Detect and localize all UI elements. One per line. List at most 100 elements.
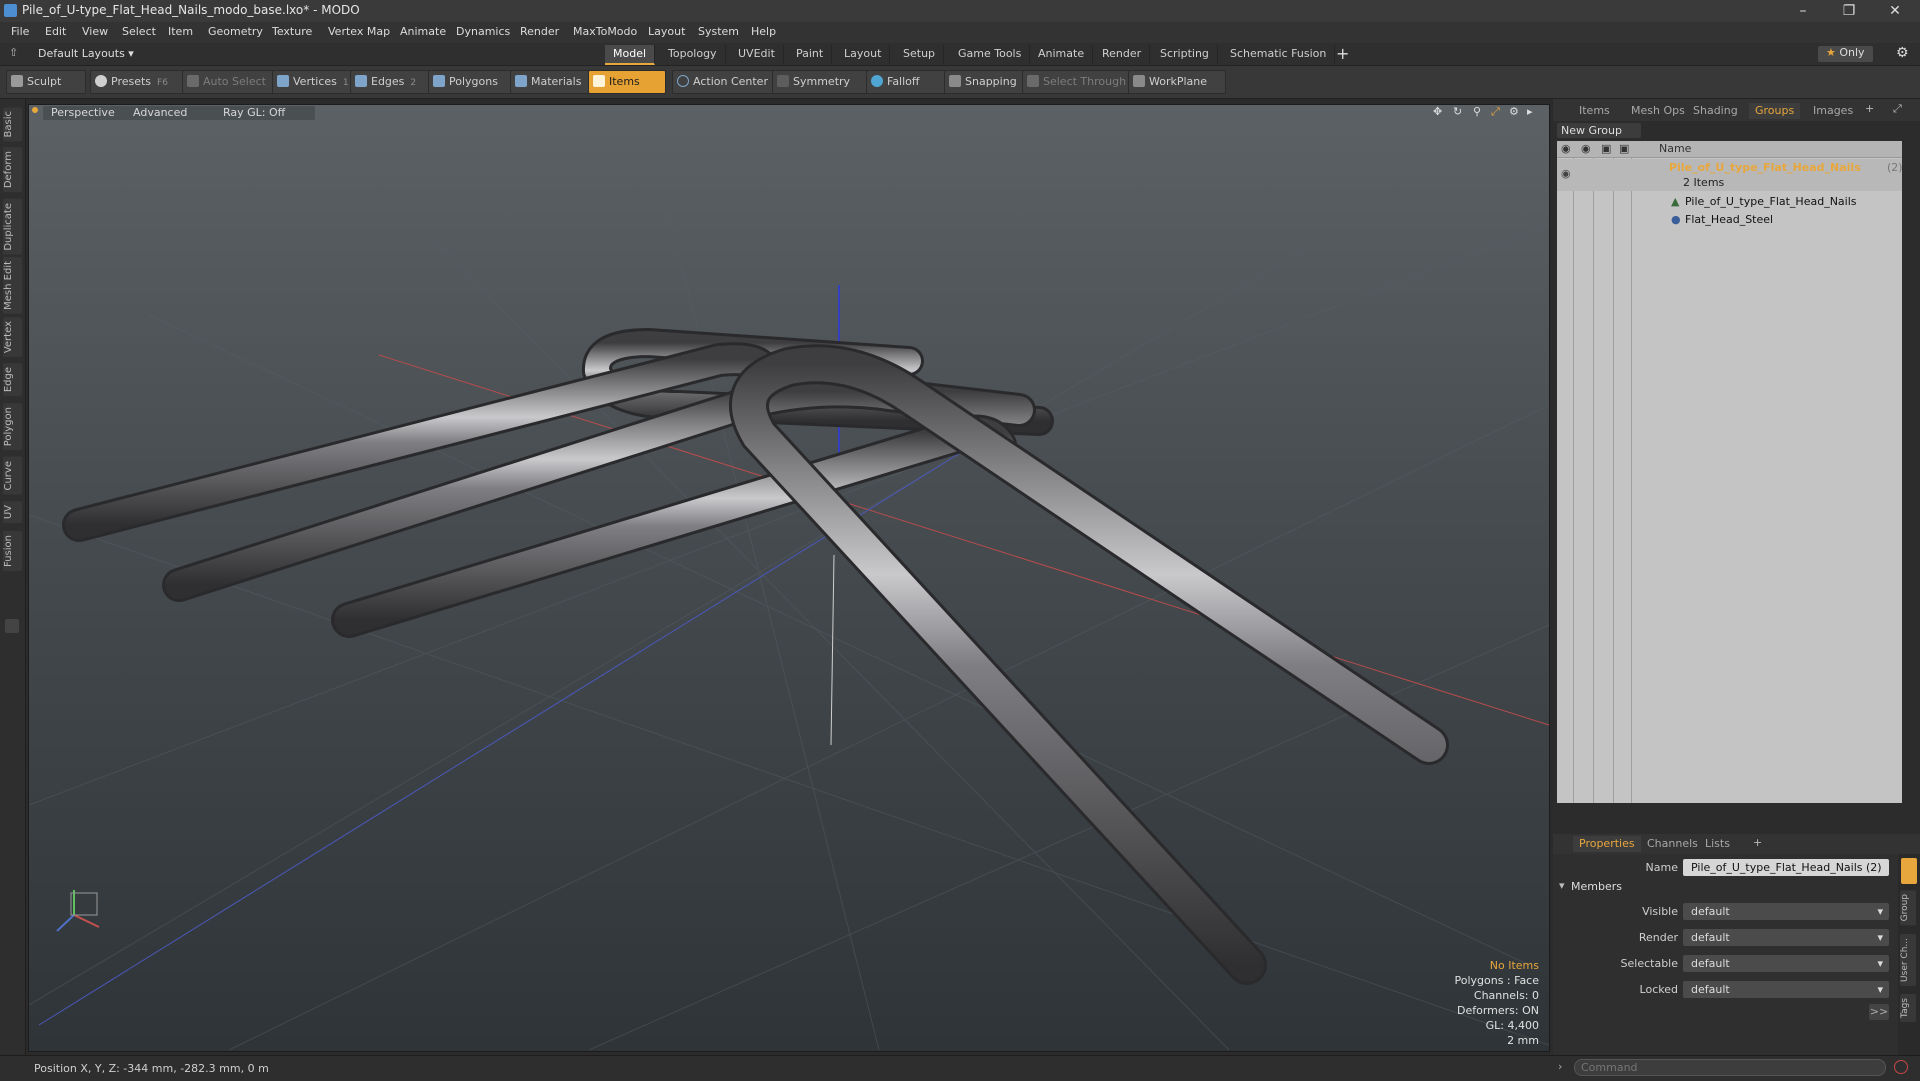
tab-duplicate[interactable]: Duplicate	[3, 199, 22, 255]
tab-deform[interactable]: Deform	[3, 147, 22, 193]
menu-select[interactable]: Select	[122, 25, 156, 38]
tab-groups[interactable]: Groups	[1749, 103, 1801, 119]
tab-uvedit[interactable]: UVEdit	[730, 45, 784, 63]
move-view-icon[interactable]: ✥	[1433, 105, 1442, 118]
tab-topology[interactable]: Topology	[660, 45, 726, 63]
tab-vertex[interactable]: Vertex	[3, 317, 22, 358]
tab-mesh-ops[interactable]: Mesh Ops	[1625, 103, 1691, 119]
locked-dropdown[interactable]: default ▾	[1683, 981, 1889, 998]
tab-game-tools[interactable]: Game Tools	[950, 45, 1031, 63]
menu-item[interactable]: Item	[168, 25, 193, 38]
add-properties-tab-icon[interactable]: +	[1753, 836, 1762, 849]
symmetry-button[interactable]: Symmetry	[772, 70, 870, 94]
members-section-label: Members	[1571, 880, 1622, 893]
menu-bar: File Edit View Select Item Geometry Text…	[0, 22, 1920, 43]
action-center-button[interactable]: Action Center	[672, 70, 786, 94]
menu-geometry[interactable]: Geometry	[208, 25, 263, 38]
tab-uv[interactable]: UV	[3, 501, 22, 524]
restore-icon[interactable]: ❐	[1826, 0, 1872, 22]
more-button[interactable]: >>	[1869, 1004, 1889, 1020]
only-toggle[interactable]: ★ Only	[1818, 46, 1873, 62]
side-tab-user-channels[interactable]: User Ch...	[1900, 934, 1916, 986]
items-button[interactable]: Items	[588, 70, 666, 94]
selectable-dropdown[interactable]: default ▾	[1683, 955, 1889, 972]
menu-system[interactable]: System	[698, 25, 739, 38]
menu-animate[interactable]: Animate	[400, 25, 446, 38]
group-child-row[interactable]: ▲ Pile_of_U_type_Flat_Head_Nails	[1557, 193, 1902, 211]
tab-properties[interactable]: Properties	[1573, 836, 1641, 852]
tab-curve[interactable]: Curve	[3, 457, 22, 495]
name-field[interactable]: Pile_of_U_type_Flat_Head_Nails (2)	[1683, 859, 1889, 876]
group-visibility-eye-icon[interactable]: ◉	[1561, 167, 1571, 180]
side-tab-tags[interactable]: Tags	[1900, 994, 1916, 1022]
tab-paint[interactable]: Paint	[788, 45, 833, 63]
menu-maxtomodo[interactable]: MaxToModo	[573, 25, 637, 38]
viewport-dot-icon[interactable]	[32, 107, 38, 113]
collapse-toggle-icon[interactable]	[5, 619, 19, 633]
menu-vertex-map[interactable]: Vertex Map	[328, 25, 390, 38]
workplane-icon	[1133, 75, 1145, 87]
workplane-button[interactable]: WorkPlane	[1128, 70, 1226, 94]
tab-basic[interactable]: Basic	[3, 107, 22, 142]
shading-dropdown[interactable]: Advanced	[125, 106, 219, 120]
tab-model[interactable]: Model	[605, 45, 656, 65]
tab-mesh-edit[interactable]: Mesh Edit	[3, 257, 22, 314]
tab-channels[interactable]: Channels	[1641, 836, 1704, 852]
tab-scripting[interactable]: Scripting	[1152, 45, 1218, 63]
tab-lists[interactable]: Lists	[1699, 836, 1736, 852]
presets-button[interactable]: Presets F6	[90, 70, 194, 94]
tab-fusion[interactable]: Fusion	[3, 531, 22, 571]
tab-setup[interactable]: Setup	[895, 45, 945, 63]
fit-view-icon[interactable]: ⤢	[1491, 105, 1500, 119]
side-tab-active-icon[interactable]	[1901, 858, 1917, 884]
tab-edge[interactable]: Edge	[3, 363, 22, 397]
menu-file[interactable]: File	[11, 25, 29, 38]
raygl-dropdown[interactable]: Ray GL: Off	[215, 106, 315, 120]
tab-schematic-fusion[interactable]: Schematic Fusion	[1222, 45, 1336, 63]
command-input[interactable]	[1574, 1059, 1886, 1076]
layout-home-icon[interactable]: ⇧	[9, 46, 18, 59]
add-tab-icon[interactable]: +	[1336, 44, 1349, 63]
minimize-icon[interactable]: –	[1780, 0, 1826, 22]
tab-shading[interactable]: Shading	[1687, 103, 1744, 119]
menu-help[interactable]: Help	[751, 25, 776, 38]
viewport-menu-arrow-icon[interactable]: ▸	[1527, 105, 1533, 118]
menu-edit[interactable]: Edit	[45, 25, 66, 38]
tab-layout[interactable]: Layout	[836, 45, 891, 63]
menu-dynamics[interactable]: Dynamics	[456, 25, 510, 38]
3d-viewport[interactable]: Perspective Advanced Ray GL: Off ✥ ↻ ⚲ ⤢…	[28, 104, 1550, 1052]
view-mode-dropdown[interactable]: Perspective	[43, 106, 129, 120]
menu-layout[interactable]: Layout	[648, 25, 685, 38]
tab-animate[interactable]: Animate	[1030, 45, 1094, 63]
tab-images[interactable]: Images	[1807, 103, 1859, 119]
falloff-button[interactable]: Falloff	[866, 70, 950, 94]
edges-button[interactable]: Edges 2	[350, 70, 436, 94]
default-layouts-dropdown[interactable]: Default Layouts ▾	[38, 47, 134, 60]
record-icon[interactable]	[1894, 1060, 1908, 1074]
render-dropdown[interactable]: default ▾	[1683, 929, 1889, 946]
new-group-button[interactable]: New Group	[1557, 123, 1641, 138]
tab-polygon[interactable]: Polygon	[3, 403, 22, 451]
visible-dropdown[interactable]: default ▾	[1683, 903, 1889, 920]
y-axis-lower-line	[830, 554, 835, 746]
menu-render[interactable]: Render	[520, 25, 559, 38]
rotate-view-icon[interactable]: ↻	[1453, 105, 1462, 118]
menu-view[interactable]: View	[82, 25, 108, 38]
group-child-row[interactable]: ● Flat_Head_Steel	[1557, 211, 1902, 229]
add-panel-tab-icon[interactable]: +	[1865, 102, 1874, 115]
sculpt-button[interactable]: Sculpt	[6, 70, 86, 94]
close-icon[interactable]: ✕	[1872, 0, 1918, 22]
tab-render[interactable]: Render	[1094, 45, 1151, 63]
settings-gear-icon[interactable]: ⚙	[1896, 45, 1909, 61]
tab-items[interactable]: Items	[1573, 103, 1616, 119]
expand-panel-icon[interactable]: ⤢	[1893, 102, 1902, 116]
selectable-label: Selectable	[1620, 957, 1678, 970]
select-through-button[interactable]: Select Through	[1022, 70, 1142, 94]
group-row[interactable]: ◉ Pile_of_U_type_Flat_Head_Nails (2) 2 I…	[1557, 159, 1903, 191]
viewport-settings-icon[interactable]: ⚙	[1509, 105, 1519, 118]
viewport-scene[interactable]	[29, 105, 1549, 1051]
members-collapse-icon[interactable]: ▾	[1559, 879, 1565, 892]
side-tab-group[interactable]: Group	[1900, 890, 1916, 926]
zoom-view-icon[interactable]: ⚲	[1473, 105, 1481, 118]
menu-texture[interactable]: Texture	[272, 25, 312, 38]
